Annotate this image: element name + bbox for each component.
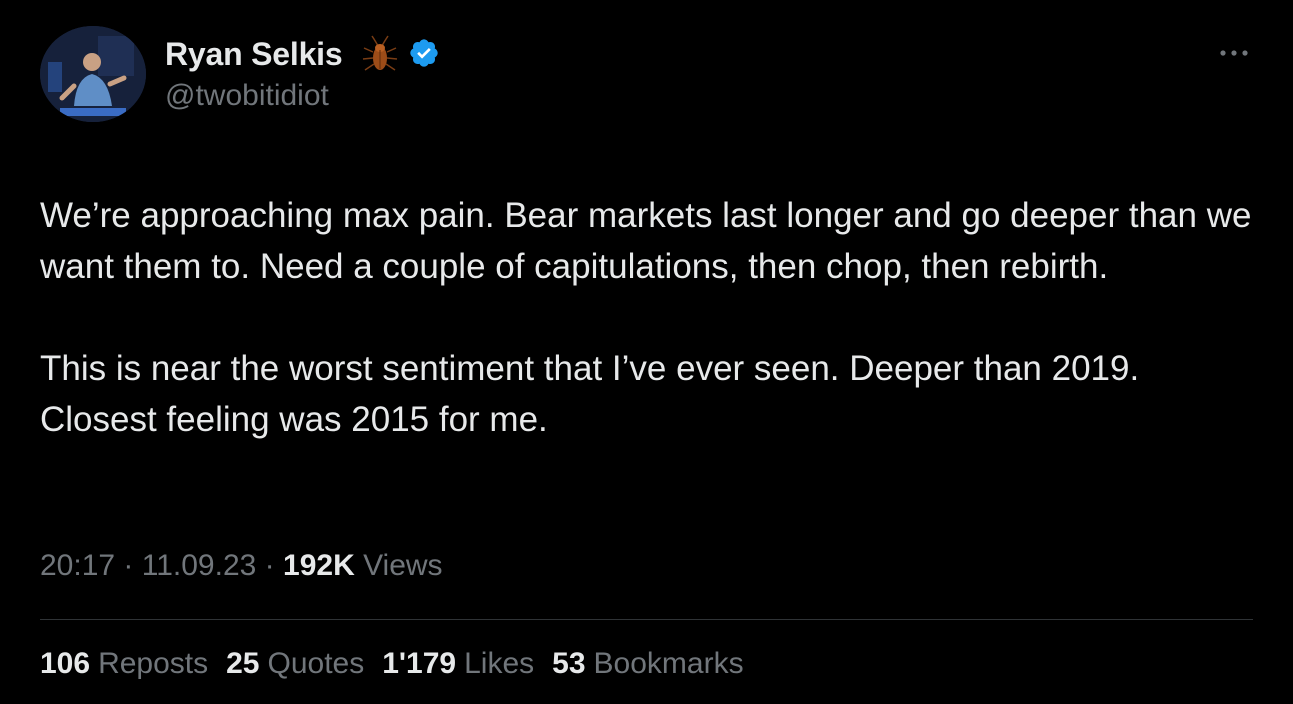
avatar[interactable] bbox=[40, 26, 146, 122]
likes-count: 1'179 bbox=[382, 647, 457, 680]
quotes-count: 25 bbox=[226, 647, 260, 680]
quotes-label: Quotes bbox=[267, 647, 365, 680]
author-handle[interactable]: @twobitidiot bbox=[165, 79, 329, 113]
bookmarks-label: Bookmarks bbox=[593, 647, 744, 680]
engagement-stats: 106 Reposts 25 Quotes 1'179 Likes 53 Bookmar… bbox=[40, 647, 744, 681]
more-options-button[interactable] bbox=[1212, 38, 1256, 68]
tweet-detail: Ryan Selkis @twobitidiot We’re approachi… bbox=[0, 0, 1293, 704]
meta-separator: · bbox=[264, 549, 275, 582]
views-count: 192K bbox=[283, 549, 355, 582]
bookmarks-stat[interactable]: 53 Bookmarks bbox=[552, 647, 743, 681]
tweet-text: We’re approaching max pain. Bear markets… bbox=[40, 190, 1255, 445]
avatar-photo bbox=[40, 26, 146, 122]
tweet-meta: 20:17 · 11.09.23 · 192K Views bbox=[40, 549, 443, 583]
meta-separator: · bbox=[123, 549, 134, 582]
reposts-label: Reposts bbox=[98, 647, 209, 680]
views-label: Views bbox=[363, 549, 443, 582]
author-display-name[interactable]: Ryan Selkis bbox=[165, 36, 343, 73]
quotes-stat[interactable]: 25 Quotes bbox=[226, 647, 364, 681]
likes-stat[interactable]: 1'179 Likes bbox=[382, 647, 534, 681]
likes-label: Likes bbox=[464, 647, 535, 680]
tweet-time[interactable]: 20:17 bbox=[40, 549, 115, 582]
divider bbox=[40, 619, 1253, 620]
bookmarks-count: 53 bbox=[552, 647, 586, 680]
tweet-paragraph: This is near the worst sentiment that I’… bbox=[40, 349, 1140, 439]
tweet-paragraph: We’re approaching max pain. Bear markets… bbox=[40, 196, 1252, 286]
cockroach-icon bbox=[362, 35, 398, 71]
reposts-count: 106 bbox=[40, 647, 91, 680]
verified-badge-icon[interactable] bbox=[408, 37, 440, 69]
reposts-stat[interactable]: 106 Reposts bbox=[40, 647, 208, 681]
more-options-icon bbox=[1220, 50, 1248, 56]
tweet-date[interactable]: 11.09.23 bbox=[142, 549, 257, 582]
